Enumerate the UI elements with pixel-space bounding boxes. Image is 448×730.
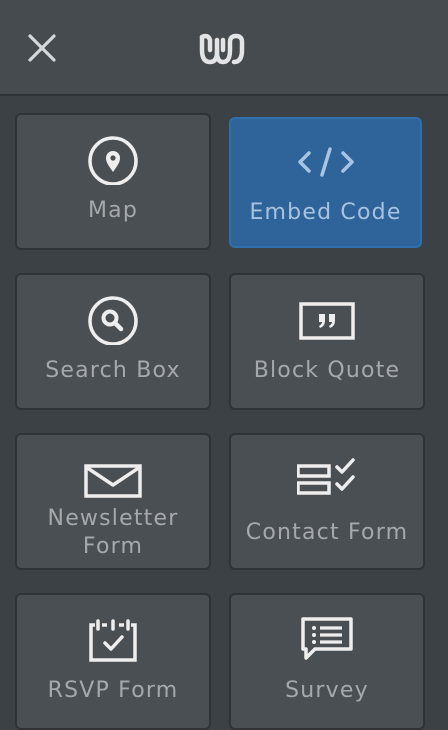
element-tile-contact-form[interactable]: Contact Form — [229, 433, 425, 570]
envelope-icon — [83, 459, 143, 509]
element-tile-map[interactable]: Map — [15, 113, 211, 250]
element-tile-rsvp-form[interactable]: RSVP Form — [15, 593, 211, 730]
close-button[interactable] — [22, 28, 62, 68]
element-label: Search Box — [45, 358, 181, 383]
element-tile-newsletter-form[interactable]: Newsletter Form — [15, 433, 211, 570]
element-label: Survey — [285, 678, 369, 703]
panel-header — [0, 0, 448, 96]
close-icon — [28, 34, 56, 62]
element-label: Block Quote — [253, 358, 401, 383]
element-tile-search-box[interactable]: Search Box — [15, 273, 211, 410]
weebly-logo-icon — [199, 33, 245, 65]
code-icon — [296, 139, 356, 189]
search-icon — [83, 295, 143, 345]
survey-chat-icon — [297, 615, 357, 665]
elements-grid: Map Embed Code Search Box Block Quote Ne… — [0, 96, 448, 730]
map-pin-icon — [83, 135, 143, 185]
element-label: Contact Form — [245, 520, 409, 545]
element-tile-survey[interactable]: Survey — [229, 593, 425, 730]
weebly-logo — [196, 28, 248, 68]
element-label: Embed Code — [249, 200, 402, 225]
rsvp-calendar-icon — [83, 615, 143, 665]
element-tile-embed-code[interactable]: Embed Code — [229, 117, 422, 248]
element-label: Map — [87, 198, 139, 223]
contact-form-icon — [297, 455, 357, 505]
element-tile-block-quote[interactable]: Block Quote — [229, 273, 425, 410]
element-label: RSVP Form — [47, 678, 179, 703]
element-label: Newsletter Form — [47, 506, 179, 559]
quote-icon — [297, 295, 357, 345]
